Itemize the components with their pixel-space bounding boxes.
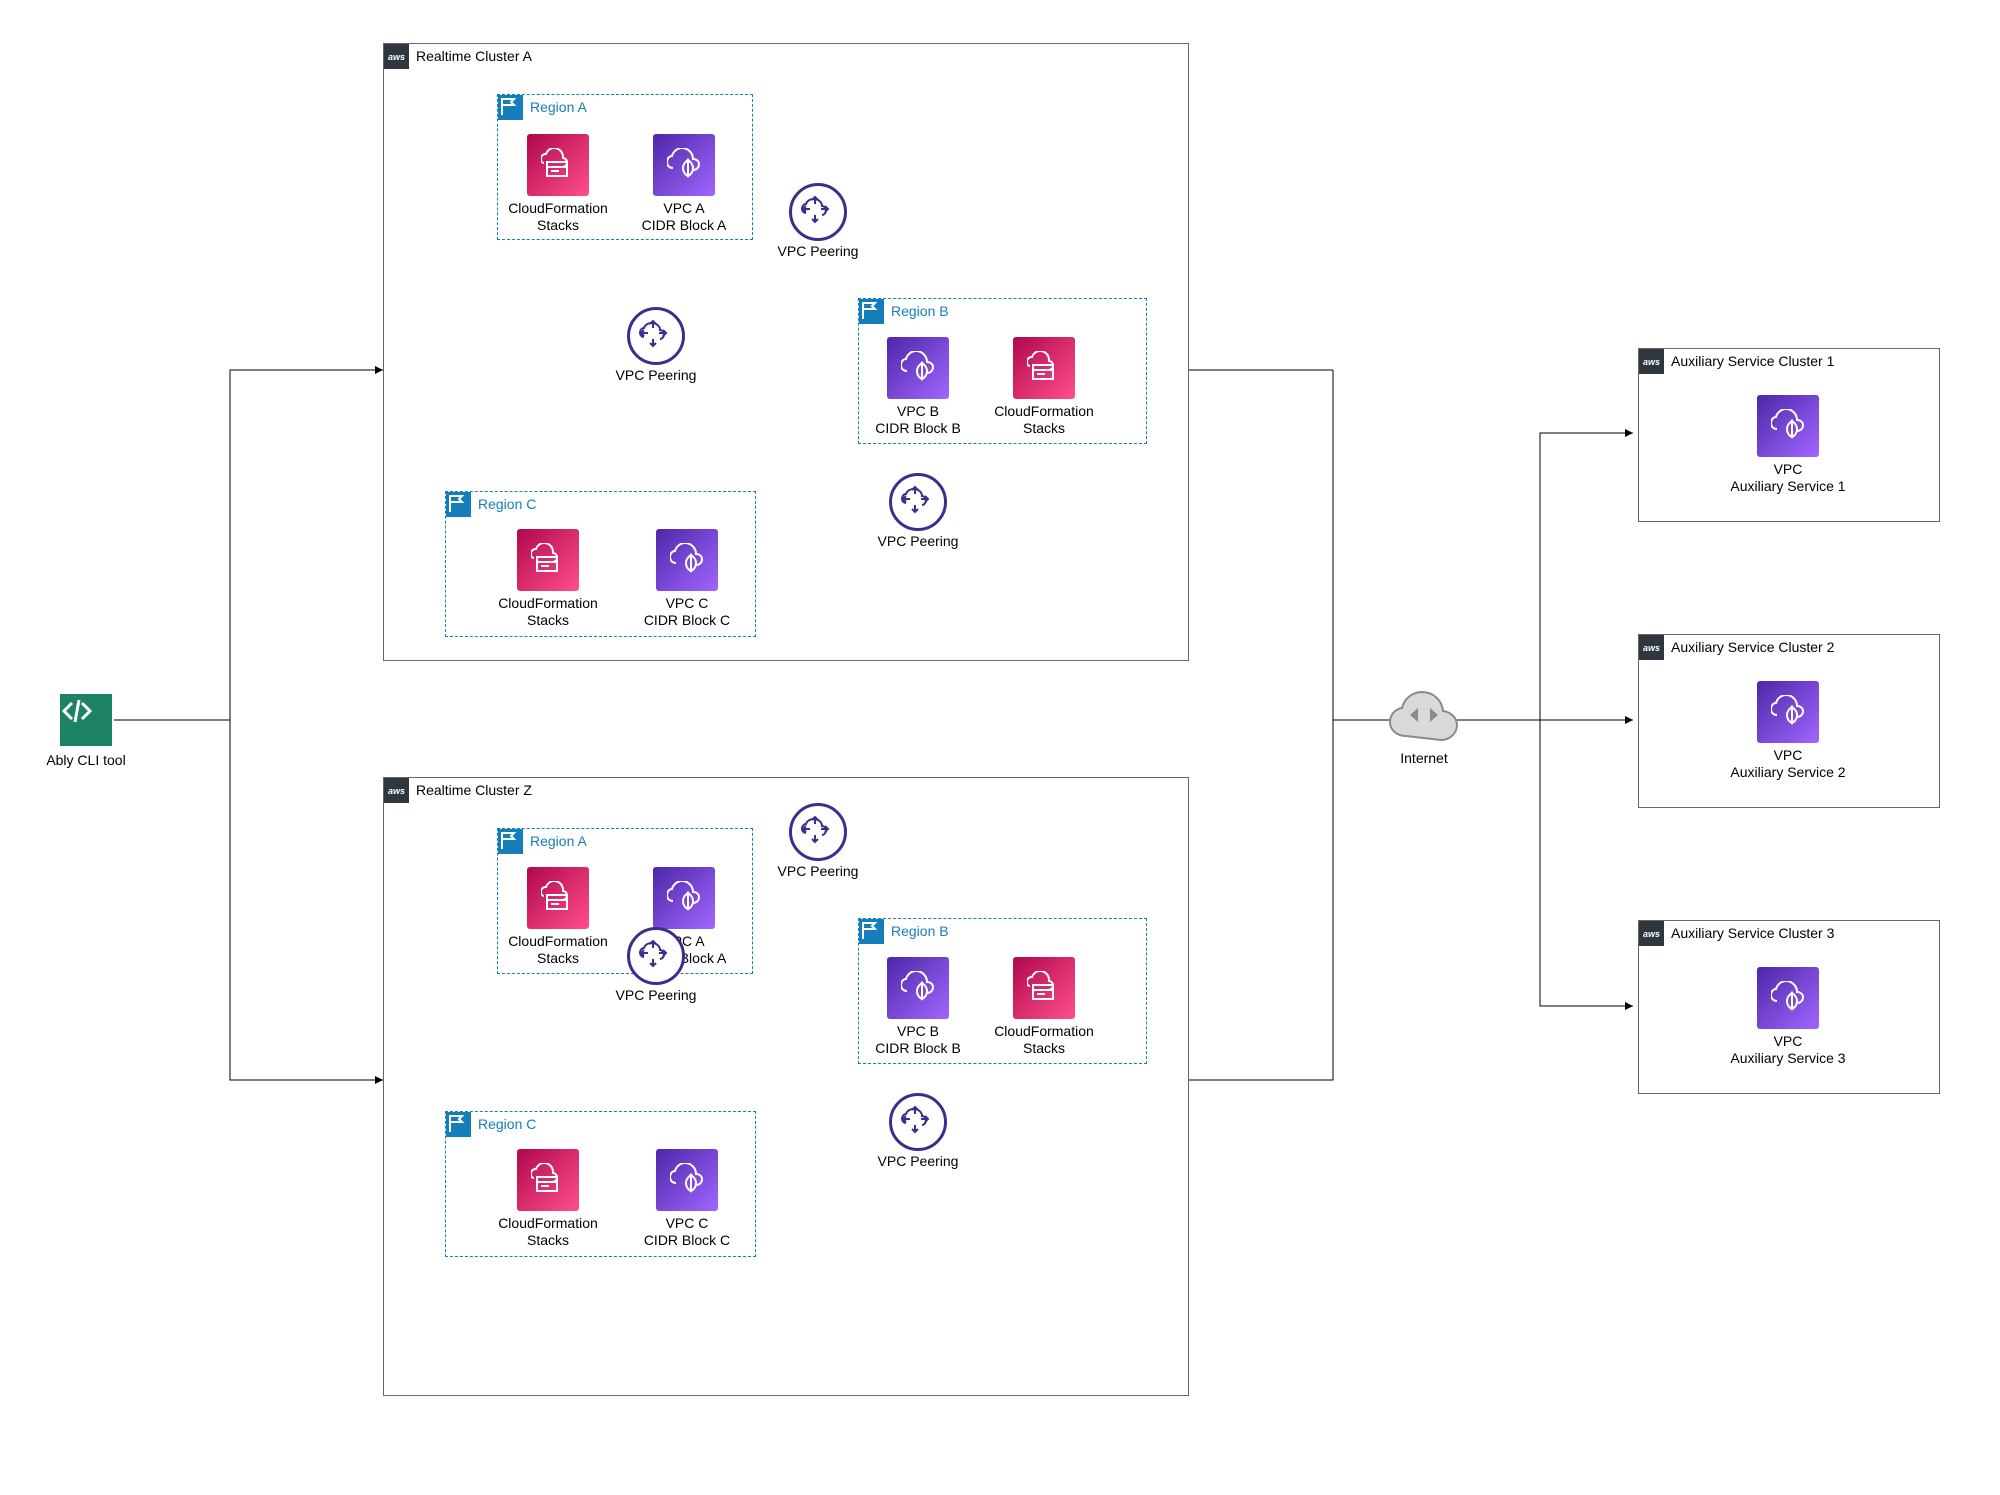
cluster-a-title: Realtime Cluster A [416, 48, 532, 64]
clusterZ-regionC-title: Region C [478, 1116, 536, 1132]
aux3-title: Auxiliary Service Cluster 3 [1671, 925, 1834, 941]
clusterA-peer1-label: VPC Peering [774, 243, 862, 260]
aux2-title: Auxiliary Service Cluster 2 [1671, 639, 1834, 655]
clusterZ-regionB-vpc-label: VPC B CIDR Block B [867, 1023, 969, 1057]
clusterZ-peer1-label: VPC Peering [774, 863, 862, 880]
ably-cli-label: Ably CLI tool [40, 752, 132, 769]
clusterA-regionB-cf-icon [1013, 337, 1075, 399]
clusterZ-regionB-title: Region B [891, 923, 949, 939]
clusterA-regionC-title: Region C [478, 496, 536, 512]
clusterZ-regionC-vpc-icon [656, 1149, 718, 1211]
clusterA-peer3-icon [889, 473, 947, 531]
clusterA-peer3-label: VPC Peering [874, 533, 962, 550]
clusterA-regionC-vpc-label: VPC C CIDR Block C [636, 595, 738, 629]
clusterZ-peer1-icon [789, 803, 847, 861]
clusterZ-regionB-cf-icon [1013, 957, 1075, 1019]
clusterZ-regionB-vpc-icon [887, 957, 949, 1019]
clusterZ-regionA-cf-icon [527, 867, 589, 929]
clusterA-regionB-cf-label: CloudFormation Stacks [993, 403, 1095, 437]
clusterZ-peer3-icon [889, 1093, 947, 1151]
aux2-vpc-icon [1757, 681, 1819, 743]
clusterA-regionB-title: Region B [891, 303, 949, 319]
clusterA-peer2-label: VPC Peering [612, 367, 700, 384]
clusterZ-peer2-icon [627, 927, 685, 985]
clusterA-regionA-cf-label: CloudFormation Stacks [507, 200, 609, 234]
clusterA-peer2-icon [627, 307, 685, 365]
clusterA-regionA-vpc-icon [653, 134, 715, 196]
aux3-vpc-icon [1757, 967, 1819, 1029]
clusterA-regionB-vpc-icon [887, 337, 949, 399]
clusterZ-peer3-label: VPC Peering [874, 1153, 962, 1170]
clusterZ-regionC-vpc-label: VPC C CIDR Block C [636, 1215, 738, 1249]
aux3-vpc-label: VPC Auxiliary Service 3 [1720, 1033, 1856, 1067]
ably-cli-icon [60, 694, 112, 746]
clusterZ-regionA-title: Region A [530, 833, 587, 849]
clusterZ-regionA-cf-label: CloudFormation Stacks [507, 933, 609, 967]
cluster-z-title: Realtime Cluster Z [416, 782, 532, 798]
aux1-title: Auxiliary Service Cluster 1 [1671, 353, 1834, 369]
clusterA-regionC-vpc-icon [656, 529, 718, 591]
clusterA-regionC-cf-label: CloudFormation Stacks [497, 595, 599, 629]
aux1-vpc-label: VPC Auxiliary Service 1 [1720, 461, 1856, 495]
clusterA-regionA-vpc-label: VPC A CIDR Block A [633, 200, 735, 234]
clusterZ-regionC-cf-icon [517, 1149, 579, 1211]
aux2-vpc-label: VPC Auxiliary Service 2 [1720, 747, 1856, 781]
clusterA-regionB-vpc-label: VPC B CIDR Block B [867, 403, 969, 437]
clusterA-regionC-cf-icon [517, 529, 579, 591]
aux1-vpc-icon [1757, 395, 1819, 457]
clusterZ-regionB-cf-label: CloudFormation Stacks [993, 1023, 1095, 1057]
clusterZ-regionC-cf-label: CloudFormation Stacks [497, 1215, 599, 1249]
clusterZ-peer2-label: VPC Peering [612, 987, 700, 1004]
clusterA-regionA-title: Region A [530, 99, 587, 115]
clusterA-peer1-icon [789, 183, 847, 241]
internet-label: Internet [1395, 750, 1453, 767]
clusterZ-regionA-vpc-icon [653, 867, 715, 929]
clusterA-regionA-cf-icon [527, 134, 589, 196]
